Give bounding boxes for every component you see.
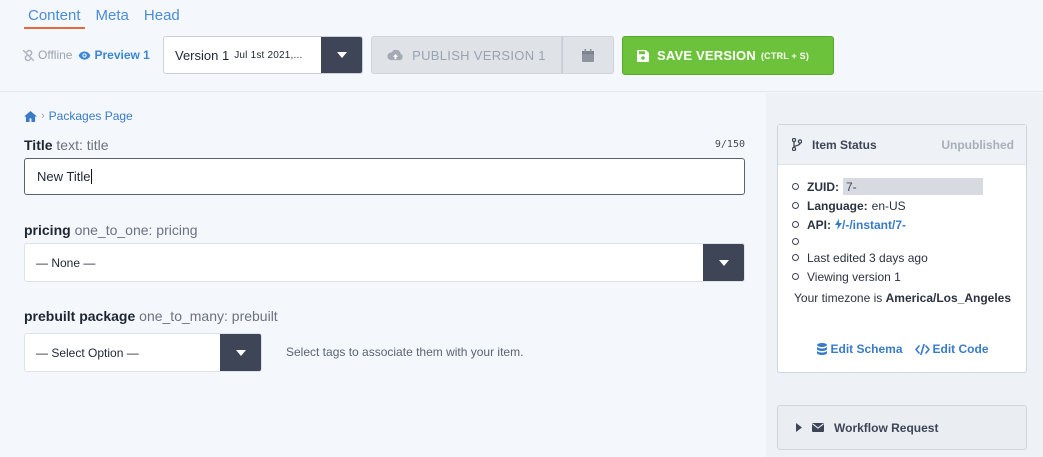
language-row: Language: en-US (792, 196, 1026, 215)
pricing-field-label: pricing one_to_one: pricing (24, 222, 198, 238)
workflow-request-panel[interactable]: Workflow Request (777, 405, 1027, 450)
version-date: Jul 1st 2021,... (234, 49, 303, 61)
zuid-label: ZUID: (807, 179, 839, 194)
offline-label: Offline (38, 48, 73, 62)
text-caret (91, 169, 93, 184)
timezone-value: America/Los_Angeles (885, 291, 1012, 305)
save-shortcut: (CTRL + S) (760, 50, 810, 61)
language-label: Language: (807, 198, 868, 213)
pricing-field-name: pricing (24, 222, 71, 238)
pricing-select[interactable]: — None — (24, 243, 745, 282)
version-select[interactable]: Version 1 Jul 1st 2021,... (163, 36, 363, 74)
last-edited-row: Last edited 3 days ago (792, 248, 1026, 267)
code-icon (914, 343, 930, 355)
top-header: Content Meta Head Offline Preview 1 Vers… (0, 0, 1043, 92)
api-link-text: /-/instant/7- (842, 217, 907, 232)
calendar-icon (582, 48, 594, 62)
caret-right-icon (796, 423, 802, 432)
edit-code-label: Edit Code (932, 342, 989, 356)
save-icon (637, 49, 649, 62)
tab-meta[interactable]: Meta (92, 6, 133, 29)
publish-button[interactable]: PUBLISH VERSION 1 (371, 36, 562, 74)
version-label: Version 1 (175, 47, 230, 63)
prebuilt-field-label: prebuilt package one_to_many: prebuilt (24, 308, 278, 324)
api-link[interactable]: /-/instant/7- (835, 218, 906, 232)
caret-down-icon (235, 349, 246, 356)
timezone-prefix: Your timezone is (794, 291, 883, 305)
viewing-text: Viewing version 1 (807, 269, 901, 284)
api-row: API: /-/instant/7- (792, 215, 1026, 234)
pricing-field-type: one_to_one: pricing (74, 222, 198, 238)
caret-down-icon (718, 259, 729, 266)
breadcrumb: › Packages Page (24, 109, 133, 123)
prebuilt-hint: Select tags to associate them with your … (286, 345, 524, 359)
item-status-title: Item Status (812, 137, 877, 152)
title-field-label: Title text: title (24, 137, 109, 153)
edit-schema-label: Edit Schema (830, 342, 903, 356)
title-field-type: text: title (56, 137, 109, 153)
zuid-row: ZUID: 7- (792, 177, 1026, 196)
timezone-line: Your timezone is America/Los_Angeles (778, 291, 1026, 305)
save-version-button[interactable]: SAVE VERSION (CTRL + S) (622, 36, 834, 75)
prebuilt-select-value: — Select Option — (36, 345, 139, 360)
workflow-request-label: Workflow Request (834, 420, 939, 435)
title-input[interactable]: New Title (24, 158, 745, 195)
prebuilt-field-name: prebuilt package (24, 308, 136, 324)
schedule-publish-button[interactable] (562, 36, 614, 74)
database-icon (817, 343, 828, 355)
list-spacer (792, 234, 1026, 248)
status-links: Edit Schema Edit Code (778, 342, 1028, 356)
prebuilt-field-type: one_to_many: prebuilt (139, 308, 278, 324)
home-icon[interactable] (24, 110, 37, 122)
save-label: SAVE VERSION (657, 48, 756, 63)
preview-label: Preview 1 (94, 48, 150, 62)
publish-status-badge: Unpublished (941, 137, 1014, 152)
item-status-card: Item Status Unpublished ZUID: 7- Languag… (777, 124, 1027, 373)
code-branch-icon (792, 138, 802, 151)
cloud-upload-icon (387, 49, 403, 61)
breadcrumb-page[interactable]: Packages Page (49, 109, 133, 123)
language-value: en-US (871, 198, 906, 213)
caret-down-icon (336, 52, 347, 58)
eye-icon (79, 50, 91, 60)
zuid-value: 7- (843, 178, 983, 195)
title-field-name: Title (24, 137, 53, 153)
tab-head[interactable]: Head (140, 6, 184, 29)
version-select-value: Version 1 Jul 1st 2021,... (164, 37, 321, 73)
api-label: API: (807, 217, 831, 232)
prebuilt-select[interactable]: — Select Option — (24, 333, 262, 372)
toolbar: Offline Preview 1 (22, 36, 158, 74)
chevron-right-icon: › (41, 110, 45, 122)
item-status-header: Item Status Unpublished (778, 125, 1026, 165)
unlink-icon (22, 49, 35, 61)
version-dropdown-button[interactable] (321, 37, 362, 73)
prebuilt-dropdown-button[interactable] (220, 334, 261, 371)
edit-schema-link[interactable]: Edit Schema (817, 342, 903, 356)
edit-code-link[interactable]: Edit Code (914, 342, 989, 356)
preview-link[interactable]: Preview 1 (78, 48, 150, 62)
pricing-select-value: — None — (36, 255, 96, 270)
pricing-dropdown-button[interactable] (703, 244, 744, 281)
content-tabs: Content Meta Head (24, 6, 191, 29)
title-char-counter: 9/150 (714, 139, 745, 150)
envelope-icon (812, 423, 824, 432)
bolt-icon (835, 219, 842, 230)
item-status-body: ZUID: 7- Language: en-US API: /-/instant… (778, 165, 1026, 305)
viewing-row: Viewing version 1 (792, 267, 1026, 286)
title-input-value: New Title (37, 169, 91, 184)
offline-status: Offline (22, 48, 72, 62)
tab-content[interactable]: Content (24, 6, 85, 29)
publish-label: PUBLISH VERSION 1 (412, 47, 546, 63)
item-meta-list: ZUID: 7- Language: en-US API: /-/instant… (778, 177, 1026, 286)
last-edited-text: Last edited 3 days ago (807, 250, 928, 265)
